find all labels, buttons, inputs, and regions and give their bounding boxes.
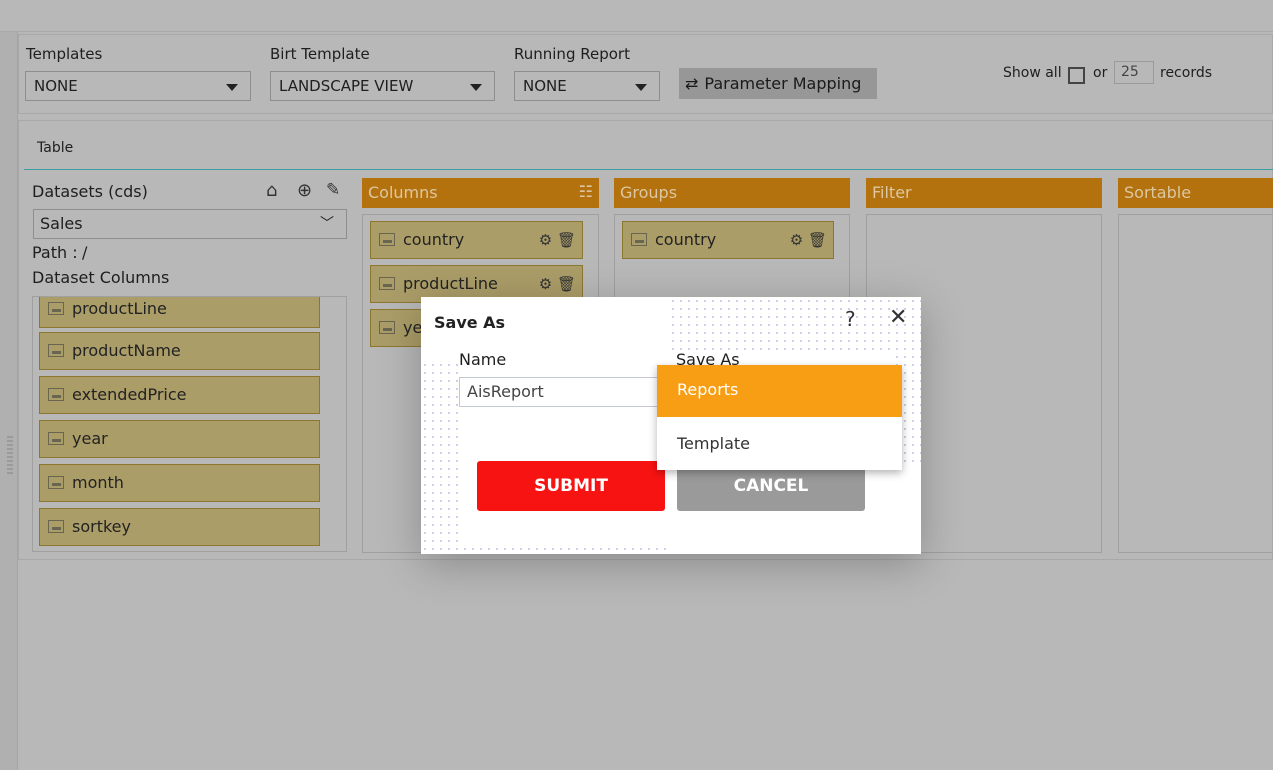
sortable-title: Sortable bbox=[1124, 183, 1192, 202]
parameter-mapping-label: Parameter Mapping bbox=[704, 74, 862, 93]
chevron-down-icon: ﹀ bbox=[320, 216, 334, 232]
dataset-select[interactable]: Sales ﹀ bbox=[33, 209, 347, 239]
option-reports[interactable]: Reports bbox=[657, 365, 902, 417]
name-label: Name bbox=[459, 350, 507, 369]
caret-down-icon bbox=[226, 84, 238, 91]
field-icon bbox=[48, 520, 64, 533]
field-icon bbox=[48, 388, 64, 401]
running-report-label: Running Report bbox=[514, 45, 630, 63]
field-icon bbox=[48, 476, 64, 489]
item-label: productLine bbox=[72, 299, 167, 318]
columns-header: Columns ☷ bbox=[362, 178, 599, 208]
running-report-value: NONE bbox=[523, 77, 567, 95]
item-label: country bbox=[403, 230, 465, 249]
list-item[interactable]: extendedPrice bbox=[39, 376, 320, 414]
tab-table[interactable]: Table bbox=[37, 140, 73, 156]
resize-handle[interactable] bbox=[7, 436, 13, 476]
parameter-mapping-button[interactable]: ⇄ Parameter Mapping bbox=[679, 68, 877, 99]
item-label: extendedPrice bbox=[72, 385, 187, 404]
field-icon bbox=[379, 277, 395, 290]
name-input[interactable]: AisReport bbox=[459, 377, 669, 407]
path-value: / bbox=[82, 243, 88, 262]
item-label: month bbox=[72, 473, 124, 492]
item-label: productLine bbox=[403, 274, 498, 293]
records-input[interactable]: 25 bbox=[1114, 61, 1154, 84]
gear-icon[interactable]: ⚙ bbox=[539, 275, 552, 293]
sortable-dropzone bbox=[1118, 214, 1273, 553]
swap-arrows-icon: ⇄ bbox=[685, 74, 699, 93]
dialog-title: Save As bbox=[434, 313, 506, 332]
left-sidebar bbox=[0, 32, 18, 770]
templates-label: Templates bbox=[26, 45, 103, 63]
field-icon bbox=[379, 321, 395, 334]
list-icon[interactable]: ☷ bbox=[579, 182, 593, 201]
birt-template-value: LANDSCAPE VIEW bbox=[279, 77, 414, 95]
dataset-value: Sales bbox=[40, 214, 83, 233]
show-all-label: Show all bbox=[1003, 65, 1062, 81]
edit-icon[interactable]: ✎ bbox=[326, 180, 340, 200]
option-template[interactable]: Template bbox=[657, 417, 902, 470]
trash-icon[interactable]: 🗑 bbox=[808, 231, 827, 249]
item-label: productName bbox=[72, 341, 181, 360]
or-label: or bbox=[1093, 65, 1108, 81]
item-label: sortkey bbox=[72, 517, 131, 536]
group-item[interactable]: country ⚙ 🗑 bbox=[622, 221, 834, 259]
help-icon[interactable]: ? bbox=[845, 307, 856, 331]
list-item[interactable]: productLine bbox=[39, 297, 320, 328]
show-all-checkbox[interactable] bbox=[1068, 67, 1085, 84]
field-icon bbox=[48, 344, 64, 357]
home-icon[interactable]: ⌂ bbox=[266, 180, 277, 201]
path-label: Path : bbox=[32, 243, 78, 262]
trash-icon[interactable]: 🗑 bbox=[557, 275, 576, 293]
birt-template-select[interactable]: LANDSCAPE VIEW bbox=[270, 71, 495, 101]
item-label: country bbox=[655, 230, 717, 249]
templates-select[interactable]: NONE bbox=[25, 71, 251, 101]
columns-title: Columns bbox=[368, 183, 438, 202]
groups-header: Groups bbox=[614, 178, 850, 208]
filter-title: Filter bbox=[872, 183, 912, 202]
dataset-columns-label: Dataset Columns bbox=[32, 268, 170, 287]
field-icon bbox=[48, 432, 64, 445]
running-report-select[interactable]: NONE bbox=[514, 71, 660, 101]
trash-icon[interactable]: 🗑 bbox=[557, 231, 576, 249]
item-label: year bbox=[72, 429, 108, 448]
templates-value: NONE bbox=[34, 77, 78, 95]
caret-down-icon bbox=[470, 84, 482, 91]
sortable-header: Sortable bbox=[1118, 178, 1273, 208]
birt-template-label: Birt Template bbox=[270, 45, 370, 63]
gear-icon[interactable]: ⚙ bbox=[539, 231, 552, 249]
groups-title: Groups bbox=[620, 183, 678, 202]
column-item[interactable]: country ⚙ 🗑 bbox=[370, 221, 583, 259]
filter-header: Filter bbox=[866, 178, 1102, 208]
close-icon[interactable]: ✕ bbox=[889, 305, 907, 330]
gear-icon[interactable]: ⚙ bbox=[790, 231, 803, 249]
add-circle-icon[interactable]: ⊕ bbox=[297, 180, 312, 201]
records-label: records bbox=[1160, 65, 1213, 81]
top-strip bbox=[0, 0, 1273, 32]
list-item[interactable]: year bbox=[39, 420, 320, 458]
list-item[interactable]: productName bbox=[39, 332, 320, 370]
field-icon bbox=[631, 233, 647, 246]
submit-button[interactable]: SUBMIT bbox=[477, 461, 665, 511]
field-icon bbox=[379, 233, 395, 246]
dataset-columns-list: productLine productName extendedPrice ye… bbox=[32, 296, 347, 552]
tab-underline bbox=[24, 169, 1273, 170]
datasets-title: Datasets (cds) bbox=[32, 182, 148, 201]
caret-down-icon bbox=[635, 84, 647, 91]
list-item[interactable]: sortkey bbox=[39, 508, 320, 546]
field-icon bbox=[48, 302, 64, 315]
save-as-dropdown: Reports Template bbox=[657, 365, 902, 470]
list-item[interactable]: month bbox=[39, 464, 320, 502]
